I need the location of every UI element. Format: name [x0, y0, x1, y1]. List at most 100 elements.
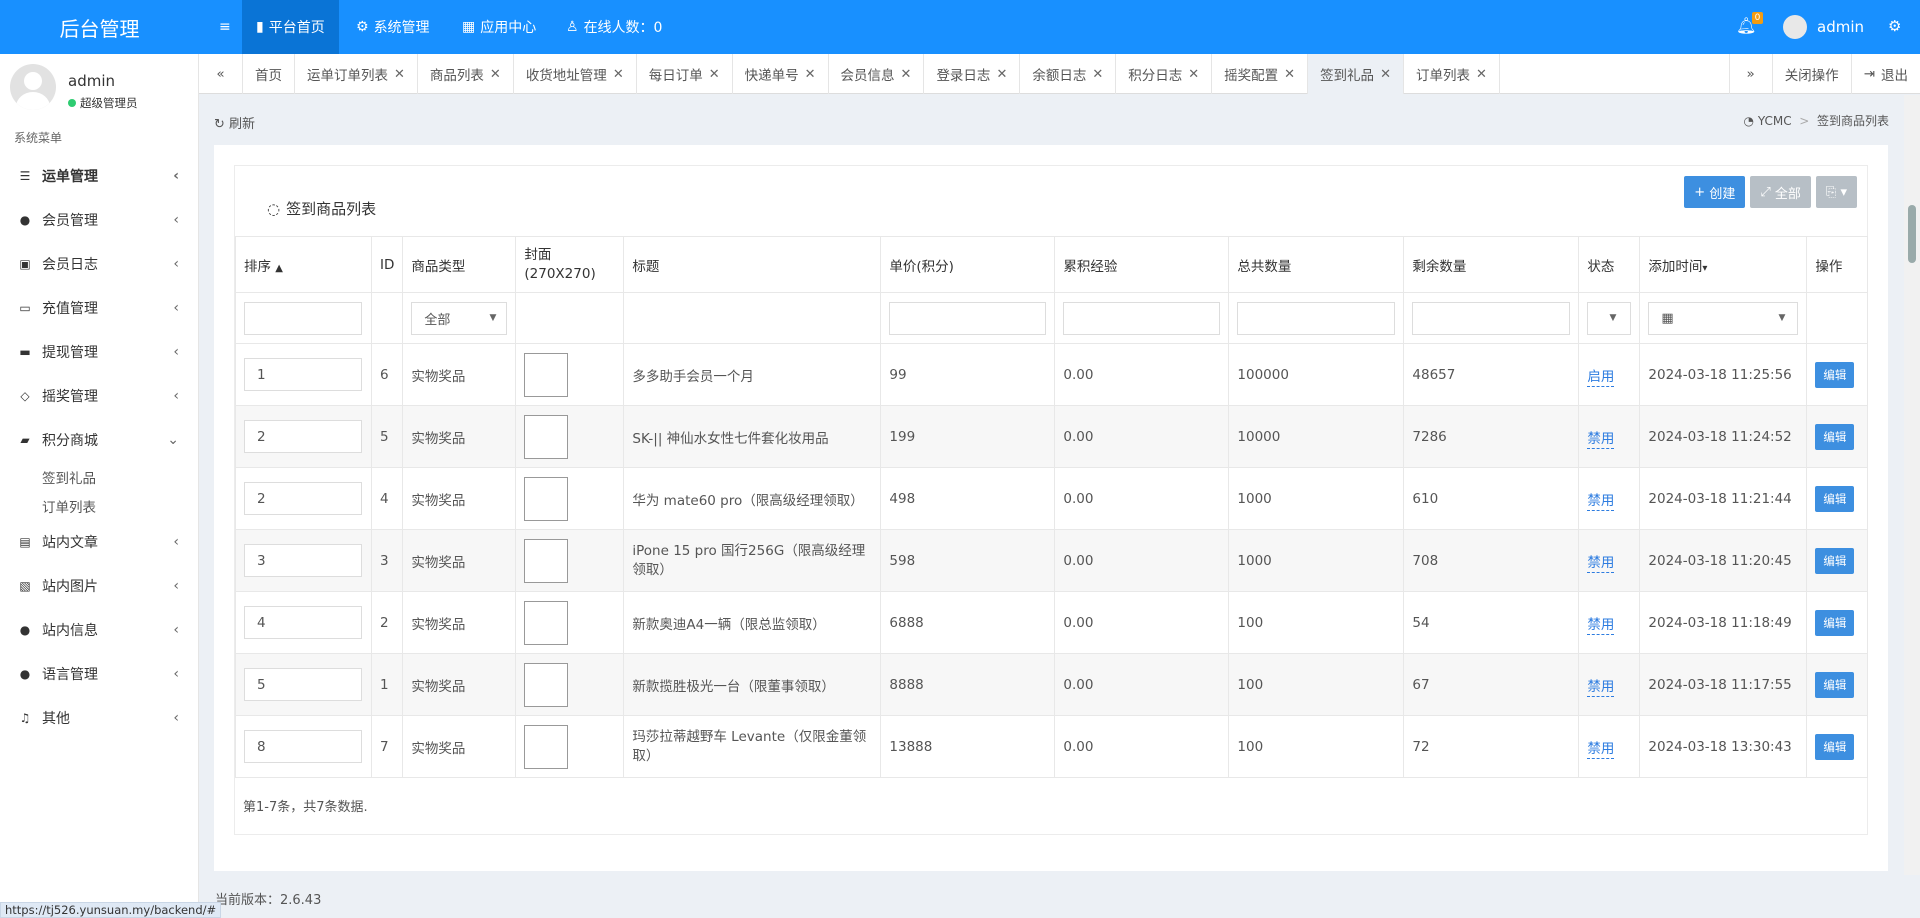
tab-login-log[interactable]: 登录日志 ✕	[924, 54, 1021, 94]
col-time[interactable]: 添加时间▾	[1639, 236, 1808, 293]
cover-image[interactable]	[524, 724, 569, 769]
sort-input[interactable]: 3	[244, 544, 362, 577]
nav-app-center[interactable]: ▦ 应用中心	[448, 0, 550, 54]
edit-button[interactable]: 编辑	[1815, 609, 1855, 636]
edit-button[interactable]: 编辑	[1815, 485, 1855, 512]
nav-platform-home[interactable]: ▮ 平台首页	[242, 0, 339, 54]
tab-member-info[interactable]: 会员信息 ✕	[829, 54, 925, 94]
tab-signin-gifts[interactable]: 签到礼品 ✕	[1308, 54, 1404, 94]
total-filter-input[interactable]	[1237, 301, 1396, 335]
close-icon[interactable]: ✕	[1092, 67, 1103, 82]
cell-sort: 8	[235, 715, 372, 778]
sort-input[interactable]: 4	[244, 606, 362, 639]
sort-input[interactable]: 8	[244, 730, 362, 763]
status-filter-select[interactable]: ▼	[1587, 301, 1632, 335]
close-icon[interactable]: ✕	[996, 67, 1007, 82]
close-icon[interactable]: ✕	[1188, 67, 1199, 82]
top-username[interactable]: admin	[1817, 18, 1864, 36]
sort-input[interactable]: 2	[244, 420, 362, 453]
close-icon[interactable]: ✕	[1476, 67, 1487, 82]
tab-addresses[interactable]: 收货地址管理 ✕	[514, 54, 637, 94]
tab-daily-orders[interactable]: 每日订单 ✕	[637, 54, 733, 94]
sort-input[interactable]: 5	[244, 668, 362, 701]
close-icon[interactable]: ✕	[1284, 67, 1295, 82]
status-toggle[interactable]: 禁用	[1587, 678, 1615, 697]
app-logo-title[interactable]: 后台管理	[0, 0, 199, 54]
tab-order-list[interactable]: 订单列表 ✕	[1404, 54, 1500, 94]
close-icon[interactable]: ✕	[805, 67, 816, 82]
sort-input[interactable]: 1	[244, 358, 362, 391]
sidebar-toggle-button[interactable]: ≡	[205, 0, 245, 54]
sidebar-item-messages[interactable]: ● 站内信息 ‹	[0, 608, 199, 652]
close-icon[interactable]: ✕	[394, 67, 405, 82]
tab-lottery-config[interactable]: 摇奖配置 ✕	[1212, 54, 1309, 94]
logout-button[interactable]: ⇥ 退出	[1852, 54, 1920, 94]
nav-system-management[interactable]: ⚙ 系统管理	[342, 0, 444, 54]
close-icon[interactable]: ✕	[490, 67, 501, 82]
edit-button[interactable]: 编辑	[1815, 423, 1855, 450]
sort-filter-input[interactable]	[244, 301, 362, 335]
cover-image[interactable]	[524, 352, 569, 397]
status-toggle[interactable]: 禁用	[1587, 616, 1615, 635]
sidebar-item-language[interactable]: ● 语言管理 ‹	[0, 652, 199, 696]
sidebar-subitem-orders[interactable]: 订单列表	[0, 491, 199, 520]
tab-balance-log[interactable]: 余额日志 ✕	[1020, 54, 1117, 94]
close-icon[interactable]: ✕	[901, 67, 912, 82]
status-toggle[interactable]: 禁用	[1587, 430, 1615, 449]
avatar[interactable]	[1783, 15, 1807, 39]
sidebar-item-points-mall[interactable]: ▰ 积分商城 ⌄	[0, 418, 199, 462]
cover-image[interactable]	[524, 414, 569, 459]
close-icon[interactable]: ✕	[709, 67, 720, 82]
tab-points-log[interactable]: 积分日志 ✕	[1116, 54, 1213, 94]
sidebar-subitem-signin-gifts[interactable]: 签到礼品	[0, 462, 199, 491]
create-button[interactable]: + 创建	[1684, 176, 1746, 208]
status-toggle[interactable]: 禁用	[1587, 554, 1615, 573]
page-scrollbar[interactable]	[1904, 95, 1920, 875]
tabs-prev-button[interactable]: «	[199, 54, 243, 94]
edit-button[interactable]: 编辑	[1815, 733, 1855, 760]
tabs-next-button[interactable]: »	[1728, 54, 1773, 94]
type-filter-select[interactable]: 全部 ▼	[411, 301, 508, 335]
sidebar-item-withdraw[interactable]: ▬ 提现管理 ‹	[0, 330, 199, 374]
close-icon[interactable]: ✕	[1380, 67, 1391, 82]
expand-all-button[interactable]: ⤢ 全部	[1750, 176, 1811, 208]
nav-online-count[interactable]: ♙ 在线人数：0	[552, 0, 676, 54]
sidebar-item-other[interactable]: ♫ 其他 ‹	[0, 696, 199, 740]
refresh-link[interactable]: ↻ 刷新	[214, 113, 255, 132]
cover-image[interactable]	[524, 538, 569, 583]
close-operations-button[interactable]: 关闭操作	[1773, 54, 1852, 94]
tab-waybill-orders[interactable]: 运单订单列表 ✕	[295, 54, 418, 94]
col-sort[interactable]: 排序 ▲	[235, 236, 372, 293]
settings-gear-icon[interactable]: ⚙	[1888, 17, 1901, 35]
status-toggle[interactable]: 启用	[1587, 368, 1615, 387]
date-filter-input[interactable]: ▦ ▼	[1648, 301, 1799, 335]
edit-button[interactable]: 编辑	[1815, 547, 1855, 574]
sidebar-item-articles[interactable]: ▤ 站内文章 ‹	[0, 520, 199, 564]
sidebar-item-members[interactable]: ● 会员管理 ‹	[0, 198, 199, 242]
edit-button[interactable]: 编辑	[1815, 671, 1855, 698]
sidebar-item-recharge[interactable]: ▭ 充值管理 ‹	[0, 286, 199, 330]
sidebar-item-waybill[interactable]: ☰ 运单管理 ‹	[0, 154, 199, 198]
status-toggle[interactable]: 禁用	[1587, 740, 1615, 759]
sidebar-item-lottery[interactable]: ◇ 摇奖管理 ‹	[0, 374, 199, 418]
tab-products[interactable]: 商品列表 ✕	[418, 54, 514, 94]
tab-label: 登录日志	[936, 68, 991, 84]
status-toggle[interactable]: 禁用	[1587, 492, 1615, 511]
export-dropdown-button[interactable]: ⎘ ▾	[1815, 176, 1857, 208]
tab-label: 订单列表	[1415, 68, 1470, 84]
cover-image[interactable]	[524, 476, 569, 521]
edit-button[interactable]: 编辑	[1815, 361, 1855, 388]
sidebar-item-member-log[interactable]: ▣ 会员日志 ‹	[0, 242, 199, 286]
close-icon[interactable]: ✕	[613, 67, 624, 82]
cover-image[interactable]	[524, 662, 569, 707]
tab-home[interactable]: 首页	[243, 54, 295, 94]
cover-image[interactable]	[524, 600, 569, 645]
remain-filter-input[interactable]	[1412, 301, 1571, 335]
breadcrumb-root[interactable]: YCMC	[1758, 114, 1792, 128]
sort-input[interactable]: 2	[244, 482, 362, 515]
price-filter-input[interactable]	[889, 301, 1047, 335]
scrollbar-thumb[interactable]	[1908, 205, 1916, 263]
exp-filter-input[interactable]	[1063, 301, 1221, 335]
sidebar-item-images[interactable]: ▧ 站内图片 ‹	[0, 564, 199, 608]
tab-tracking[interactable]: 快递单号 ✕	[733, 54, 829, 94]
